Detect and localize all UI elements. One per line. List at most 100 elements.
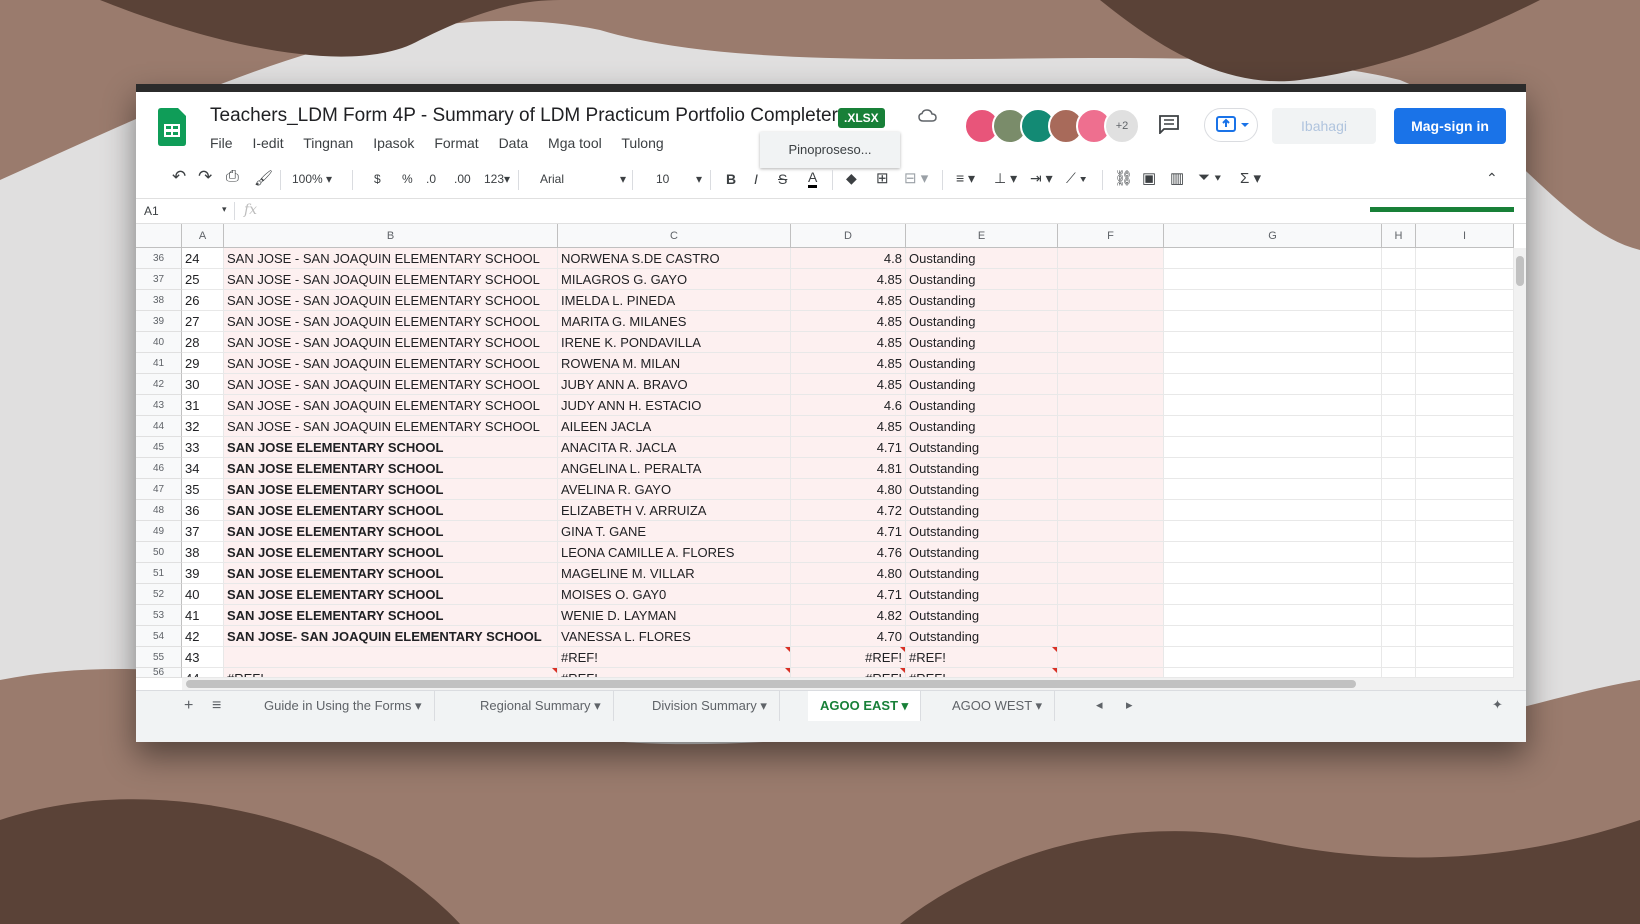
- horizontal-align-icon[interactable]: ≡ ▾: [956, 170, 975, 187]
- menu-data[interactable]: Data: [499, 135, 529, 151]
- cell-i-47[interactable]: [1416, 479, 1514, 500]
- insert-chart-icon[interactable]: ▥: [1170, 169, 1184, 187]
- cell-f-50[interactable]: [1058, 542, 1164, 563]
- undo-icon[interactable]: ↶: [172, 167, 186, 187]
- cell-i-39[interactable]: [1416, 311, 1514, 332]
- increase-decimal-button[interactable]: .00: [454, 172, 471, 186]
- cell-f-47[interactable]: [1058, 479, 1164, 500]
- sheet-tab-agoo-east[interactable]: AGOO EAST ▾: [808, 691, 922, 721]
- cell-c-45[interactable]: ANACITA R. JACLA: [558, 437, 791, 458]
- cell-e-42[interactable]: Oustanding: [906, 374, 1058, 395]
- cell-d-51[interactable]: 4.80: [791, 563, 906, 584]
- all-sheets-icon[interactable]: ≡: [212, 697, 221, 715]
- cell-i-42[interactable]: [1416, 374, 1514, 395]
- cell-i-36[interactable]: [1416, 248, 1514, 269]
- text-wrapping-icon[interactable]: ⇥ ▾: [1030, 170, 1053, 187]
- cell-e-49[interactable]: Outstanding: [906, 521, 1058, 542]
- cell-a-52[interactable]: 40: [182, 584, 224, 605]
- vertical-scrollbar[interactable]: [1514, 248, 1526, 678]
- cell-a-56[interactable]: 44: [182, 668, 224, 678]
- cell-e-36[interactable]: Oustanding: [906, 248, 1058, 269]
- font-size-select[interactable]: 10 ▾: [656, 172, 702, 186]
- cell-f-44[interactable]: [1058, 416, 1164, 437]
- cell-g-36[interactable]: [1164, 248, 1382, 269]
- cell-f-42[interactable]: [1058, 374, 1164, 395]
- cell-d-55[interactable]: #REF!: [791, 647, 906, 668]
- cell-e-46[interactable]: Outstanding: [906, 458, 1058, 479]
- insert-comment-icon[interactable]: ▣: [1142, 169, 1156, 187]
- text-rotation-icon[interactable]: ⟋ ▾: [1066, 170, 1087, 187]
- row-header[interactable]: 49: [136, 521, 182, 542]
- cell-f-55[interactable]: [1058, 647, 1164, 668]
- cell-a-53[interactable]: 41: [182, 605, 224, 626]
- cell-h-55[interactable]: [1382, 647, 1416, 668]
- scroll-thumb[interactable]: [186, 680, 1356, 688]
- currency-format-button[interactable]: $: [374, 172, 381, 186]
- cell-h-41[interactable]: [1382, 353, 1416, 374]
- cell-c-47[interactable]: AVELINA R. GAYO: [558, 479, 791, 500]
- cell-g-50[interactable]: [1164, 542, 1382, 563]
- filter-icon[interactable]: ⏷ ▾: [1198, 169, 1222, 186]
- row-header[interactable]: 54: [136, 626, 182, 647]
- cell-g-49[interactable]: [1164, 521, 1382, 542]
- cell-d-38[interactable]: 4.85: [791, 290, 906, 311]
- cell-c-39[interactable]: MARITA G. MILANES: [558, 311, 791, 332]
- menu-edit[interactable]: I-edit: [252, 135, 283, 151]
- cell-c-43[interactable]: JUDY ANN H. ESTACIO: [558, 395, 791, 416]
- cell-d-43[interactable]: 4.6: [791, 395, 906, 416]
- cell-d-44[interactable]: 4.85: [791, 416, 906, 437]
- add-sheet-icon[interactable]: +: [184, 697, 193, 715]
- cell-h-53[interactable]: [1382, 605, 1416, 626]
- cell-d-36[interactable]: 4.8: [791, 248, 906, 269]
- menu-insert[interactable]: Ipasok: [373, 135, 414, 151]
- cell-g-43[interactable]: [1164, 395, 1382, 416]
- menu-help[interactable]: Tulong: [621, 135, 663, 151]
- cell-h-46[interactable]: [1382, 458, 1416, 479]
- cell-a-36[interactable]: 24: [182, 248, 224, 269]
- cell-e-43[interactable]: Oustanding: [906, 395, 1058, 416]
- cell-a-48[interactable]: 36: [182, 500, 224, 521]
- bold-icon[interactable]: B: [726, 171, 736, 187]
- cell-i-46[interactable]: [1416, 458, 1514, 479]
- column-header-b[interactable]: B: [224, 224, 558, 248]
- cell-e-52[interactable]: Outstanding: [906, 584, 1058, 605]
- formula-input[interactable]: [276, 201, 1376, 221]
- cell-h-36[interactable]: [1382, 248, 1416, 269]
- functions-icon[interactable]: Σ ▾: [1240, 169, 1261, 187]
- cell-h-49[interactable]: [1382, 521, 1416, 542]
- menu-format[interactable]: Format: [434, 135, 478, 151]
- cell-h-38[interactable]: [1382, 290, 1416, 311]
- cell-g-55[interactable]: [1164, 647, 1382, 668]
- cell-b-36[interactable]: SAN JOSE - SAN JOAQUIN ELEMENTARY SCHOOL: [224, 248, 558, 269]
- cell-a-37[interactable]: 25: [182, 269, 224, 290]
- cell-e-44[interactable]: Oustanding: [906, 416, 1058, 437]
- more-collaborators-badge[interactable]: +2: [1104, 108, 1140, 144]
- cell-f-41[interactable]: [1058, 353, 1164, 374]
- cell-b-53[interactable]: SAN JOSE ELEMENTARY SCHOOL: [224, 605, 558, 626]
- cell-b-46[interactable]: SAN JOSE ELEMENTARY SCHOOL: [224, 458, 558, 479]
- cell-d-50[interactable]: 4.76: [791, 542, 906, 563]
- cell-b-44[interactable]: SAN JOSE - SAN JOAQUIN ELEMENTARY SCHOOL: [224, 416, 558, 437]
- cell-h-54[interactable]: [1382, 626, 1416, 647]
- cell-i-41[interactable]: [1416, 353, 1514, 374]
- cell-d-39[interactable]: 4.85: [791, 311, 906, 332]
- column-header-i[interactable]: I: [1416, 224, 1514, 248]
- cell-a-49[interactable]: 37: [182, 521, 224, 542]
- cell-a-43[interactable]: 31: [182, 395, 224, 416]
- horizontal-scrollbar[interactable]: [182, 678, 1526, 690]
- row-header[interactable]: 46: [136, 458, 182, 479]
- cell-c-44[interactable]: AILEEN JACLA: [558, 416, 791, 437]
- sheet-tab-regional-summary[interactable]: Regional Summary ▾: [468, 691, 614, 721]
- row-header[interactable]: 42: [136, 374, 182, 395]
- document-title[interactable]: Teachers_LDM Form 4P - Summary of LDM Pr…: [210, 105, 847, 127]
- cell-e-55[interactable]: #REF!: [906, 647, 1058, 668]
- cell-d-40[interactable]: 4.85: [791, 332, 906, 353]
- cell-h-56[interactable]: [1382, 668, 1416, 678]
- paint-format-icon[interactable]: 🖌: [254, 169, 273, 187]
- row-header[interactable]: 47: [136, 479, 182, 500]
- cell-i-53[interactable]: [1416, 605, 1514, 626]
- cell-c-40[interactable]: IRENE K. PONDAVILLA: [558, 332, 791, 353]
- scroll-tabs-right-icon[interactable]: ▸: [1126, 697, 1133, 713]
- cell-c-41[interactable]: ROWENA M. MILAN: [558, 353, 791, 374]
- cell-h-50[interactable]: [1382, 542, 1416, 563]
